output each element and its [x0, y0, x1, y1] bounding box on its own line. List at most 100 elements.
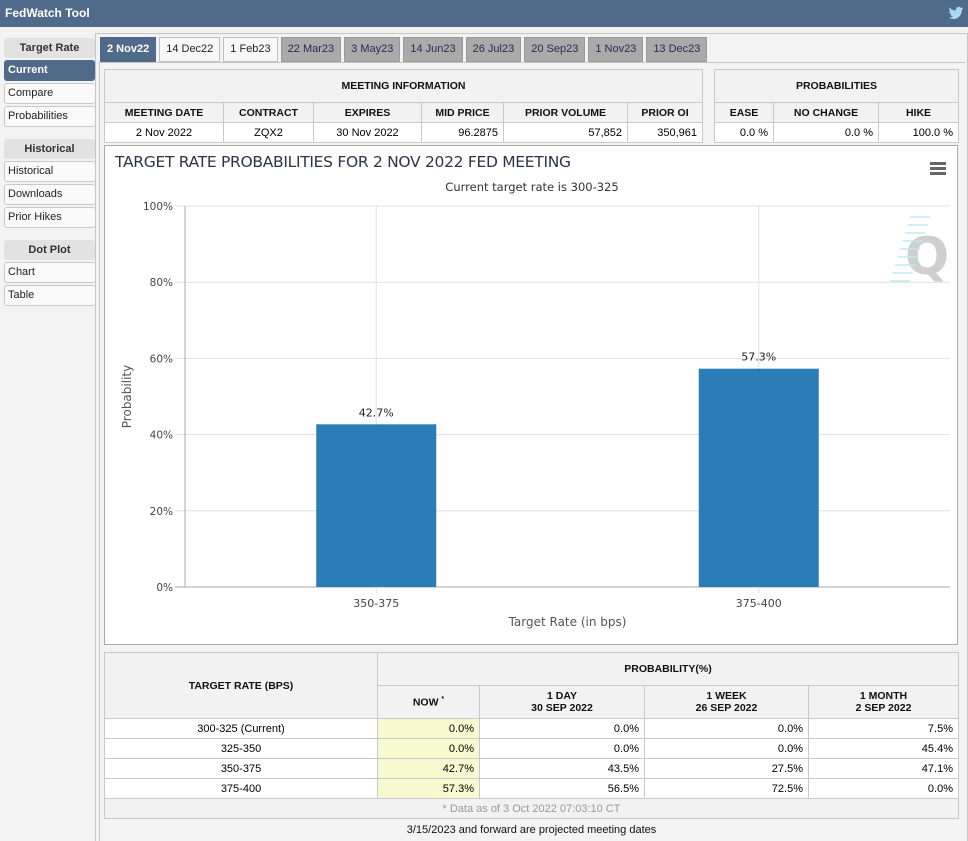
- tab-13-dec23[interactable]: 13 Dec23: [646, 37, 708, 62]
- sidebar: Target Rate Current Compare Probabilitie…: [4, 38, 95, 308]
- prior-volume-value: 57,852: [503, 122, 628, 143]
- chart-title: TARGET RATE PROBABILITIES FOR 2 NOV 2022…: [115, 153, 571, 171]
- meeting-info-table: MEETING INFORMATION MEETING DATE CONTRAC…: [104, 69, 703, 143]
- tab-2-nov22[interactable]: 2 Nov22: [100, 37, 157, 62]
- col-contract: CONTRACT: [223, 102, 314, 123]
- sidebar-item-current[interactable]: Current: [4, 60, 95, 81]
- mid-price-value: 96.2875: [421, 122, 504, 143]
- probability-table-wrap: TARGET RATE (BPS) PROBABILITY(%) NOW * 1…: [104, 652, 959, 819]
- projected-dates-note: 3/15/2023 and forward are projected meet…: [406, 824, 657, 836]
- col-mid-price: MID PRICE: [421, 102, 504, 123]
- ease-value: 0.0 %: [714, 122, 774, 143]
- col-no-change: NO CHANGE: [773, 102, 879, 123]
- row-now: 42.7%: [377, 758, 480, 779]
- col-hike: HIKE: [878, 102, 959, 123]
- bar-data-label: 57.3%: [741, 351, 776, 364]
- row-1-day: 43.5%: [479, 758, 645, 779]
- x-tick-label: 375-400: [736, 597, 782, 610]
- col-1-week: 1 WEEK 26 SEP 2022: [644, 685, 809, 719]
- row-1-week: 72.5%: [644, 778, 809, 799]
- y-tick-label: 80%: [150, 277, 173, 289]
- sidebar-item-historical[interactable]: Historical: [4, 161, 95, 182]
- row-1-day: 0.0%: [479, 738, 645, 759]
- sidebar-heading-target-rate: Target Rate: [4, 38, 95, 58]
- expires-value: 30 Nov 2022: [313, 122, 422, 143]
- probabilities-title: PROBABILITIES: [714, 69, 959, 103]
- tab-22-mar23[interactable]: 22 Mar23: [280, 37, 342, 62]
- col-1-day: 1 DAY 30 SEP 2022: [479, 685, 645, 719]
- col-meeting-date: MEETING DATE: [104, 102, 224, 123]
- tab-26-jul23[interactable]: 26 Jul23: [465, 37, 522, 62]
- table-row: 350-375 42.7% 43.5% 27.5% 47.1%: [104, 758, 959, 779]
- contract-value: ZQX2: [223, 122, 314, 143]
- bar-375-400: [698, 368, 819, 587]
- row-rate: 325-350: [104, 738, 378, 759]
- row-1-week: 0.0%: [644, 718, 809, 739]
- y-tick-label: 60%: [150, 353, 173, 365]
- app-title: FedWatch Tool: [5, 6, 90, 20]
- col-1-month: 1 MONTH 2 SEP 2022: [808, 685, 959, 719]
- meeting-tabs: 2 Nov22 14 Dec22 1 Feb23 22 Mar23 3 May2…: [100, 37, 710, 62]
- col-target-rate: TARGET RATE (BPS): [104, 652, 378, 719]
- table-row: 300-325 (Current) 0.0% 0.0% 0.0% 7.5%: [104, 718, 959, 739]
- sidebar-item-compare[interactable]: Compare: [4, 83, 95, 104]
- row-1-month: 45.4%: [808, 738, 959, 759]
- row-rate: 300-325 (Current): [104, 718, 378, 739]
- y-tick-label: 100%: [143, 201, 173, 213]
- row-rate: 375-400: [104, 778, 378, 799]
- meeting-info-title: MEETING INFORMATION: [104, 69, 703, 103]
- probability-table: TARGET RATE (BPS) PROBABILITY(%) NOW * 1…: [104, 652, 959, 819]
- tab-20-sep23[interactable]: 20 Sep23: [524, 37, 586, 62]
- row-1-week: 0.0%: [644, 738, 809, 759]
- row-now: 57.3%: [377, 778, 480, 799]
- app-titlebar: FedWatch Tool: [0, 0, 968, 27]
- probabilities-table: PROBABILITIES EASE NO CHANGE HIKE 0.0 % …: [714, 69, 959, 143]
- y-tick-label: 20%: [150, 506, 173, 518]
- y-axis-title: Probability: [120, 365, 134, 428]
- twitter-icon[interactable]: [948, 5, 964, 21]
- row-now: 0.0%: [377, 738, 480, 759]
- y-tick-label: 40%: [150, 430, 173, 442]
- tab-3-may23[interactable]: 3 May23: [344, 37, 401, 62]
- col-expires: EXPIRES: [313, 102, 422, 123]
- col-prior-oi: PRIOR OI: [627, 102, 703, 123]
- row-1-month: 0.0%: [808, 778, 959, 799]
- row-now: 0.0%: [377, 718, 480, 739]
- bar-data-label: 42.7%: [359, 406, 394, 419]
- meeting-date-value: 2 Nov 2022: [104, 122, 224, 143]
- probability-group-header: PROBABILITY(%): [377, 652, 959, 686]
- hike-value: 100.0 %: [878, 122, 959, 143]
- sidebar-heading-historical: Historical: [4, 139, 95, 159]
- no-change-value: 0.0 %: [773, 122, 879, 143]
- row-1-day: 0.0%: [479, 718, 645, 739]
- row-1-day: 56.5%: [479, 778, 645, 799]
- row-rate: 350-375: [104, 758, 378, 779]
- bar-350-375: [316, 424, 437, 587]
- chart-canvas: 0%20%40%60%80%100%Q42.7%350-37557.3%375-…: [120, 201, 950, 629]
- data-timestamp-footnote: * Data as of 3 Oct 2022 07:03:10 CT: [104, 798, 959, 819]
- y-tick-label: 0%: [156, 582, 173, 594]
- x-axis-title: Target Rate (in bps): [508, 615, 627, 629]
- tab-14-jun23[interactable]: 14 Jun23: [403, 37, 463, 62]
- col-now: NOW *: [377, 685, 480, 719]
- x-tick-label: 350-375: [353, 597, 399, 610]
- sidebar-item-chart[interactable]: Chart: [4, 262, 95, 283]
- tab-1-feb23[interactable]: 1 Feb23: [223, 37, 278, 62]
- tab-1-nov23[interactable]: 1 Nov23: [588, 37, 644, 62]
- table-row: 375-400 57.3% 56.5% 72.5% 0.0%: [104, 778, 959, 799]
- chart-menu-icon[interactable]: [930, 162, 946, 175]
- tab-14-dec22[interactable]: 14 Dec22: [159, 37, 221, 62]
- row-1-month: 7.5%: [808, 718, 959, 739]
- table-row: 325-350 0.0% 0.0% 0.0% 45.4%: [104, 738, 959, 759]
- sidebar-item-downloads[interactable]: Downloads: [4, 184, 95, 205]
- probability-chart: 0% 20% 40% 60% 80% 100% Q 42.7% 350-375 57.3% 375-…: [104, 145, 958, 645]
- sidebar-item-probabilities[interactable]: Probabilities: [4, 106, 95, 127]
- col-ease: EASE: [714, 102, 774, 123]
- sidebar-heading-dot-plot: Dot Plot: [4, 240, 95, 260]
- sidebar-item-prior-hikes[interactable]: Prior Hikes: [4, 207, 95, 228]
- row-1-week: 27.5%: [644, 758, 809, 779]
- col-prior-volume: PRIOR VOLUME: [503, 102, 628, 123]
- sidebar-item-table[interactable]: Table: [4, 285, 95, 306]
- prior-oi-value: 350,961: [627, 122, 703, 143]
- row-1-month: 47.1%: [808, 758, 959, 779]
